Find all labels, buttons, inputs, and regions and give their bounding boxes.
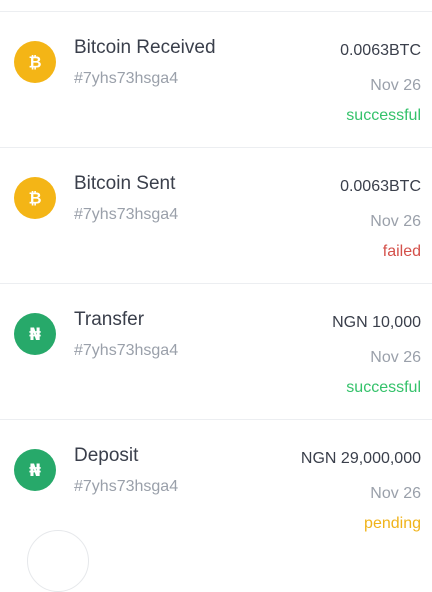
transaction-row[interactable]: ₦ Transfer #7yhs73hsga4 NGN 10,000 Nov 2… — [0, 284, 432, 420]
transaction-status: successful — [346, 379, 421, 396]
transaction-date: Nov 26 — [370, 77, 421, 94]
naira-icon: ₦ — [14, 449, 56, 491]
transaction-reference: #7yhs73hsga4 — [74, 206, 179, 223]
transaction-status: successful — [346, 107, 421, 124]
transaction-row[interactable]: ₿ Bitcoin Received #7yhs73hsga4 0.0063BT… — [0, 12, 432, 148]
transaction-amount: 0.0063BTC — [340, 42, 421, 59]
transaction-amount: NGN 10,000 — [332, 314, 421, 331]
svg-text:₦: ₦ — [29, 325, 41, 345]
transaction-row[interactable]: ₿ Bitcoin Sent #7yhs73hsga4 0.0063BTC No… — [0, 148, 432, 284]
transaction-status: failed — [382, 243, 421, 260]
transaction-date: Nov 26 — [370, 349, 421, 366]
transaction-title: Bitcoin Sent — [74, 173, 176, 194]
svg-text:₿: ₿ — [28, 53, 41, 72]
transaction-reference: #7yhs73hsga4 — [74, 342, 179, 359]
bitcoin-icon: ₿ — [14, 177, 56, 219]
transaction-title: Transfer — [74, 309, 145, 330]
transaction-title: Deposit — [74, 445, 139, 466]
transaction-date: Nov 26 — [370, 213, 421, 230]
transaction-date: Nov 26 — [370, 485, 421, 502]
transaction-amount: 0.0063BTC — [340, 178, 421, 195]
bitcoin-icon: ₿ — [14, 41, 56, 83]
transaction-title: Bitcoin Received — [74, 37, 216, 58]
transaction-list: ₿ Bitcoin Received #7yhs73hsga4 0.0063BT… — [0, 12, 432, 556]
floating-action-button[interactable] — [27, 530, 89, 592]
svg-text:₦: ₦ — [29, 461, 41, 481]
naira-icon: ₦ — [14, 313, 56, 355]
transaction-reference: #7yhs73hsga4 — [74, 70, 179, 87]
transaction-reference: #7yhs73hsga4 — [74, 478, 179, 495]
transaction-status: pending — [364, 515, 421, 532]
svg-text:₿: ₿ — [28, 189, 41, 208]
transaction-amount: NGN 29,000,000 — [300, 450, 421, 467]
